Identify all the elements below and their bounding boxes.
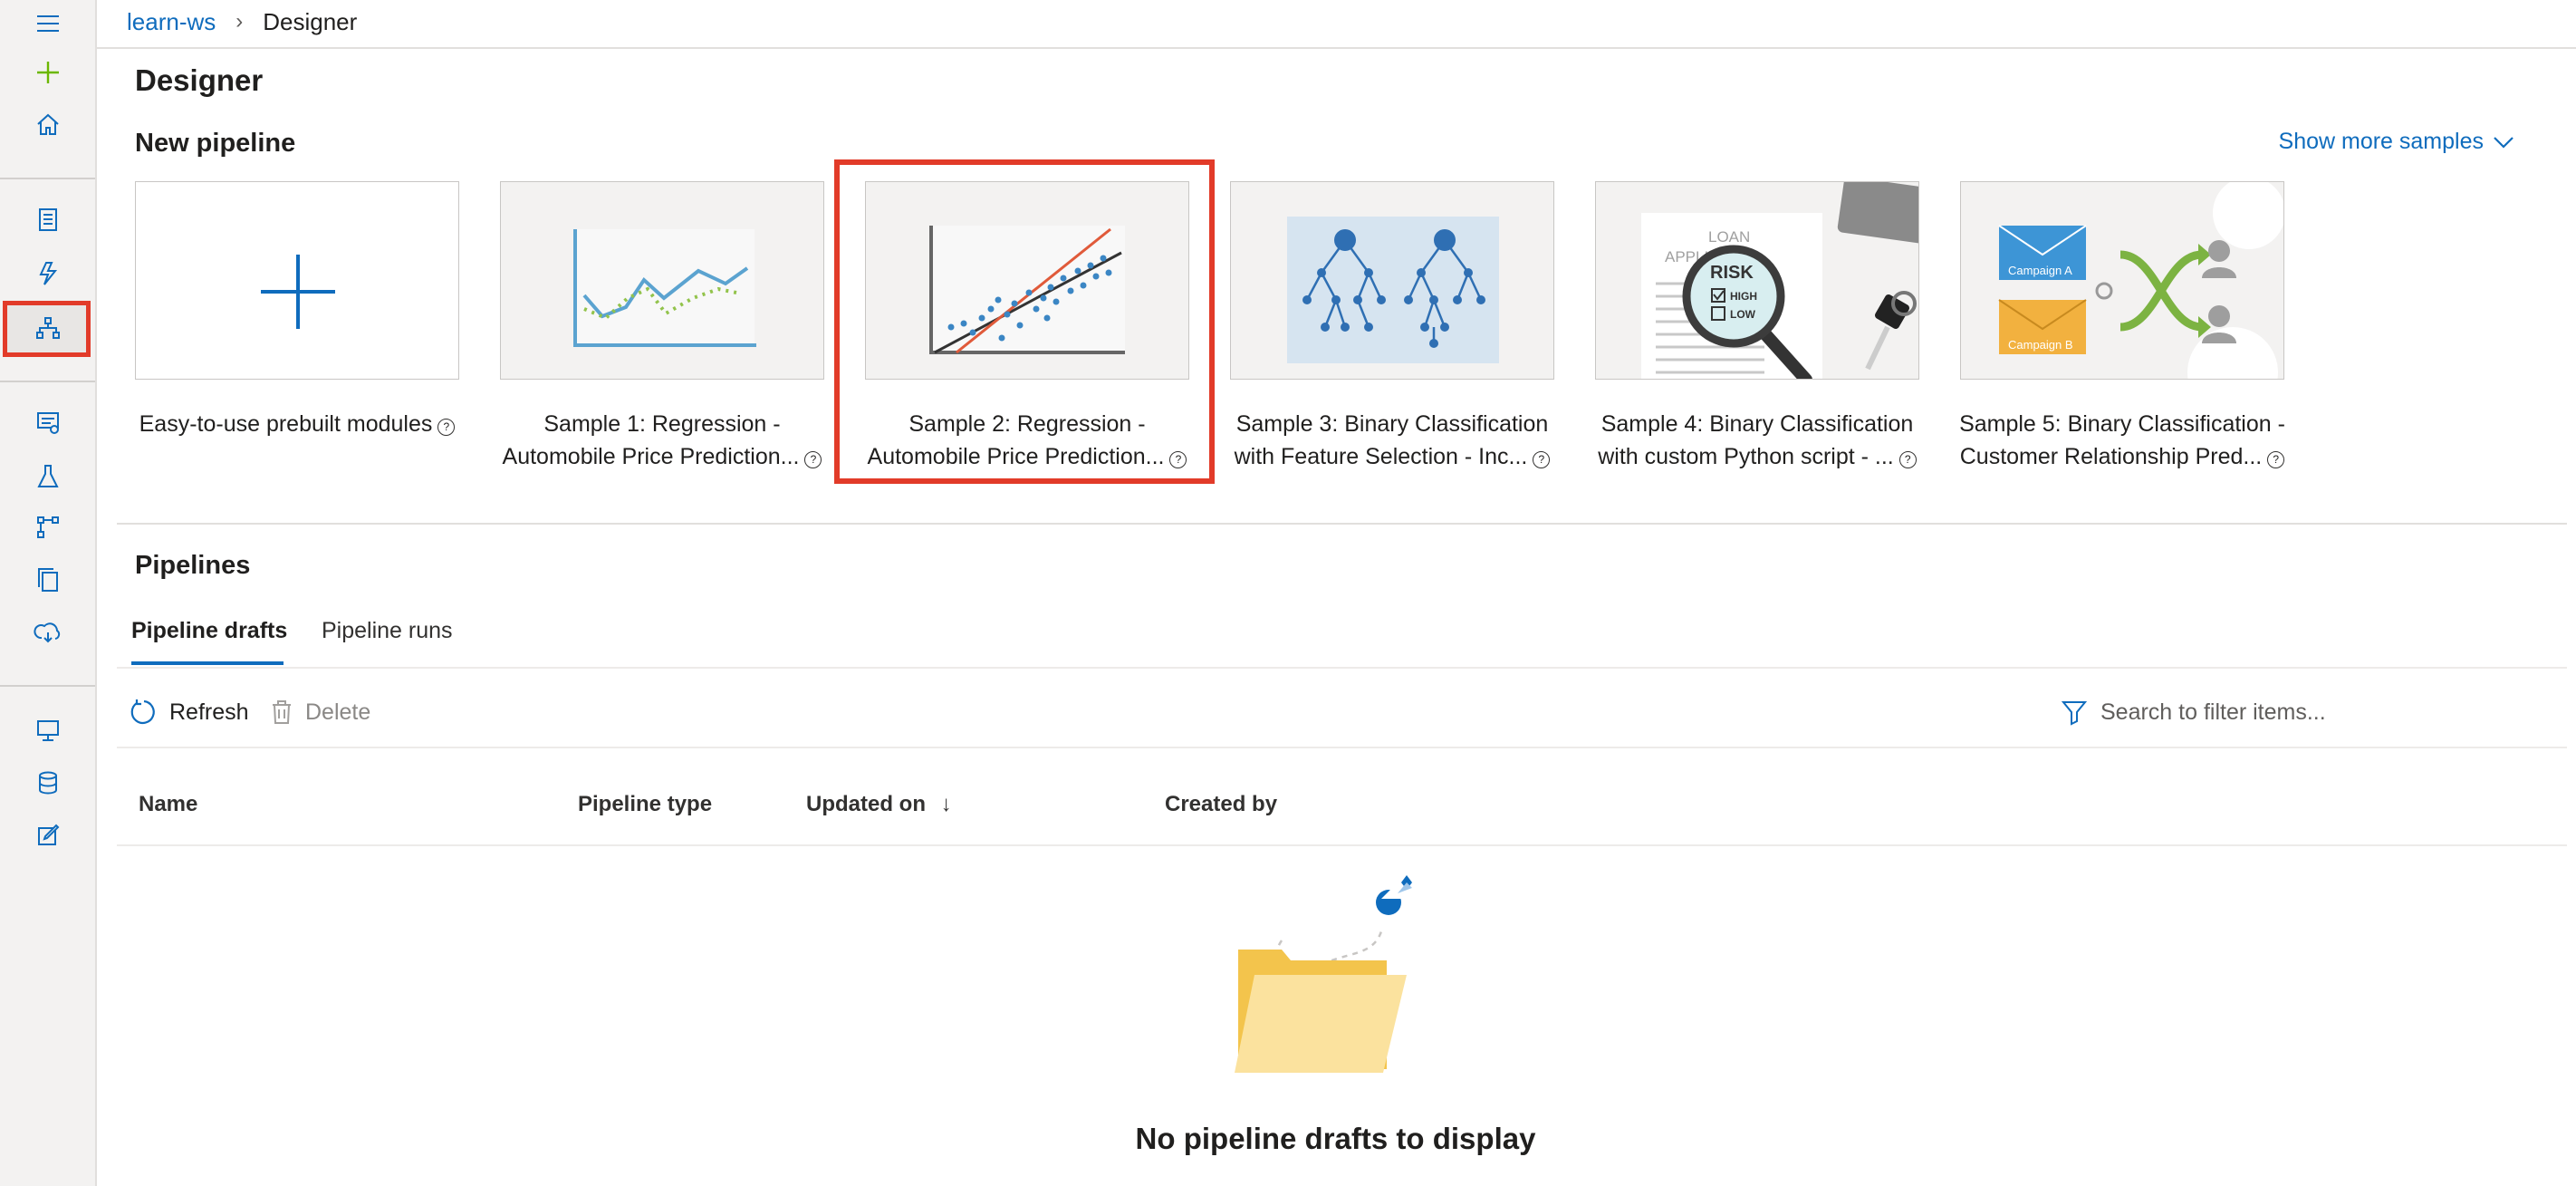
column-header-name[interactable]: Name [139, 792, 197, 817]
experiments-icon[interactable] [9, 453, 86, 500]
nav-divider [0, 178, 95, 179]
create-new-icon[interactable] [9, 49, 86, 96]
sample-1-caption[interactable]: Sample 1: Regression - Automobile Price … [481, 408, 843, 473]
tab-pipeline-drafts[interactable]: Pipeline drafts [131, 618, 287, 644]
pipelines-icon[interactable] [9, 504, 86, 551]
show-more-samples-label: Show more samples [2278, 129, 2484, 154]
help-icon[interactable]: ? [1533, 451, 1551, 468]
main-content: learn-ws › Designer Designer New pipelin… [95, 0, 2576, 1186]
card-title: Sample 1: Regression - [543, 411, 781, 437]
help-icon[interactable]: ? [2267, 451, 2285, 468]
line-chart-thumbnail [573, 229, 756, 347]
show-more-samples-link[interactable]: Show more samples [2279, 129, 2514, 155]
hamburger-menu-icon[interactable] [9, 0, 86, 47]
card-subtitle: with Feature Selection - Inc... [1234, 444, 1528, 469]
help-icon[interactable]: ? [437, 419, 456, 436]
prebuilt-modules-card[interactable] [135, 181, 459, 380]
section-divider [117, 523, 2567, 525]
sort-descending-icon: ↓ [940, 792, 952, 816]
empty-folder-illustration [1227, 859, 1445, 1090]
refresh-button[interactable]: Refresh [130, 690, 249, 734]
compute-icon[interactable] [9, 707, 86, 754]
pipelines-heading: Pipelines [135, 551, 251, 580]
filter-icon [2061, 701, 2088, 726]
art-campaign-a-text: Campaign A [2008, 264, 2072, 277]
chevron-down-icon [2494, 136, 2514, 149]
sample-3-card[interactable] [1230, 181, 1554, 380]
table-header-divider [117, 844, 2567, 846]
card-subtitle: Customer Relationship Pred... [1959, 444, 2263, 469]
datasets-icon[interactable] [9, 399, 86, 446]
breadcrumb: learn-ws › Designer [127, 0, 357, 43]
refresh-label: Refresh [169, 699, 249, 725]
breadcrumb-workspace-link[interactable]: learn-ws [127, 8, 216, 36]
refresh-icon [130, 699, 155, 725]
sample-4-caption[interactable]: Sample 4: Binary Classification with cus… [1576, 408, 1938, 473]
sample-1-card[interactable] [500, 181, 824, 380]
page-title: Designer [135, 63, 264, 97]
datastores-icon[interactable] [9, 759, 86, 806]
empty-state-message: No pipeline drafts to display [1135, 1122, 1536, 1155]
sample-5-caption[interactable]: Sample 5: Binary Classification - Custom… [1941, 408, 2303, 473]
art-low-text: LOW [1730, 308, 1756, 321]
help-icon[interactable]: ? [804, 451, 822, 468]
plus-icon [261, 255, 335, 329]
tabs-divider [117, 667, 2567, 669]
trash-icon [273, 700, 291, 724]
search-input[interactable]: Search to filter items... [2100, 699, 2326, 726]
art-risk-text: RISK [1710, 263, 1754, 283]
breadcrumb-current: Designer [263, 7, 358, 35]
sample-3-caption[interactable]: Sample 3: Binary Classification with Fea… [1211, 408, 1573, 473]
decision-tree-thumbnail [1287, 217, 1499, 363]
notebooks-icon[interactable] [9, 196, 86, 243]
card-title: Easy-to-use prebuilt modules [139, 411, 433, 437]
column-header-pipeline-type[interactable]: Pipeline type [578, 792, 712, 817]
header-divider [95, 47, 2576, 49]
column-header-updated-on-label: Updated on [806, 792, 926, 816]
designer-icon[interactable] [9, 304, 86, 352]
data-labeling-icon[interactable] [9, 812, 86, 859]
toolbar-divider [117, 747, 2567, 748]
active-tab-indicator [131, 661, 284, 665]
card-title: Sample 5: Binary Classification - [1959, 411, 2285, 437]
art-loan-text: LOAN [1708, 228, 1750, 246]
card-subtitle: with custom Python script - ... [1598, 444, 1894, 469]
nav-divider [0, 685, 95, 687]
card-subtitle: Automobile Price Prediction... [502, 444, 800, 469]
loan-risk-thumbnail: LOAN APPLI RISK HIGH LOW [1641, 182, 1918, 379]
prebuilt-modules-caption[interactable]: Easy-to-use prebuilt modules? [116, 408, 478, 440]
sample-4-card[interactable]: LOAN APPLI RISK HIGH LOW [1595, 181, 1919, 380]
campaign-thumbnail: Campaign A Campaign B [1998, 182, 2283, 379]
tab-pipeline-runs[interactable]: Pipeline runs [322, 618, 453, 644]
help-icon[interactable]: ? [1898, 451, 1917, 468]
card-title: Sample 3: Binary Classification [1235, 411, 1549, 437]
models-icon[interactable] [9, 556, 86, 603]
endpoints-icon[interactable] [9, 609, 86, 656]
column-header-updated-on[interactable]: Updated on ↓ [806, 792, 952, 817]
home-icon[interactable] [9, 101, 86, 149]
art-campaign-b-text: Campaign B [2008, 338, 2073, 352]
card-title: Sample 4: Binary Classification [1600, 411, 1914, 437]
column-header-created-by[interactable]: Created by [1165, 792, 1277, 817]
automated-ml-icon[interactable] [9, 250, 86, 297]
delete-button[interactable]: Delete [269, 690, 370, 734]
sample-5-card[interactable]: Campaign A Campaign B [1960, 181, 2284, 380]
left-nav [0, 0, 97, 1186]
nav-divider [0, 381, 95, 382]
new-pipeline-heading: New pipeline [135, 129, 296, 158]
art-high-text: HIGH [1730, 290, 1757, 303]
search-filter[interactable]: Search to filter items... [2061, 690, 2326, 734]
breadcrumb-separator: › [235, 9, 244, 34]
delete-label: Delete [305, 699, 371, 725]
sample-2-highlight [834, 159, 1215, 484]
